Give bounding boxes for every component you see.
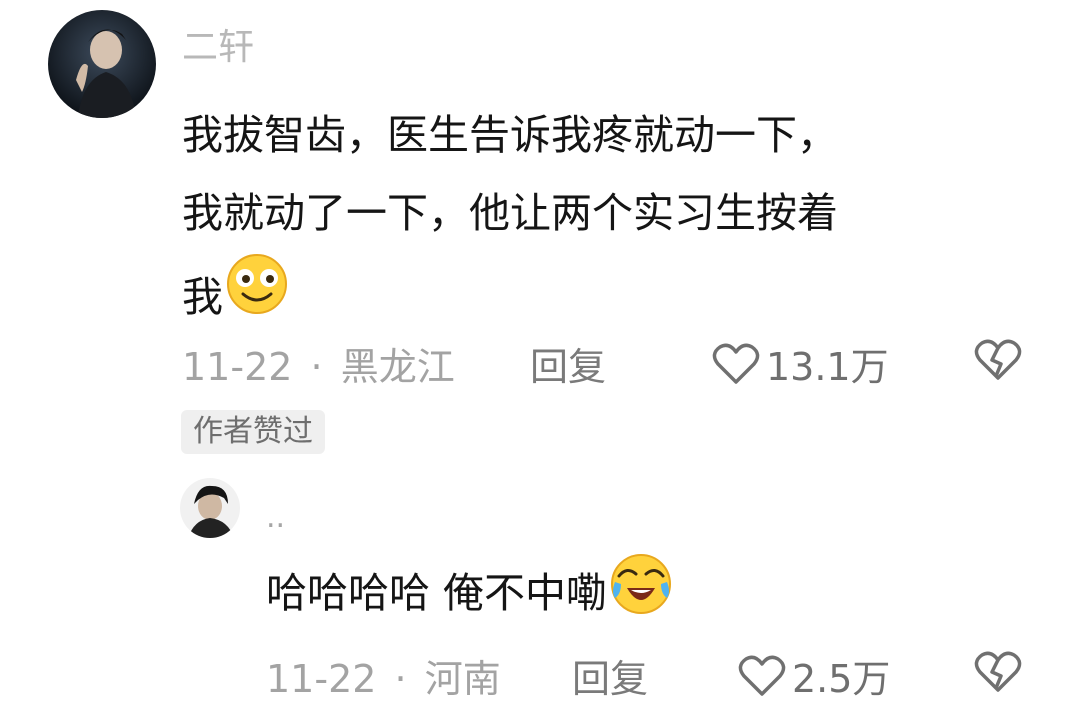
reply-reply-button[interactable]: 回复	[572, 648, 648, 703]
comment-like-button[interactable]: 13.1万	[712, 336, 889, 391]
broken-heart-icon[interactable]	[974, 650, 1022, 698]
replier-username[interactable]: ..	[266, 500, 285, 535]
comment-meta: 11-22 · 黑龙江	[182, 336, 455, 391]
reply-line: 哈哈哈哈 俺不中嘞	[266, 569, 608, 617]
meta-separator: ·	[394, 657, 407, 701]
heart-icon	[738, 655, 786, 696]
comment-line: 我就动了一下，他让两个实习生按着	[182, 189, 838, 237]
heart-icon	[712, 343, 760, 384]
commenter-username[interactable]: 二轩	[182, 18, 254, 70]
comment-line-last: 我	[182, 252, 838, 341]
reply-location: 河南	[424, 657, 501, 701]
reply-like-button[interactable]: 2.5万	[738, 648, 890, 703]
reply-meta: 11-22 · 河南	[266, 648, 501, 703]
broken-heart-icon[interactable]	[974, 338, 1022, 386]
comment-date: 11-22	[182, 345, 293, 389]
comment-text: 我拔智齿，医生告诉我疼就动一下， 我就动了一下，他让两个实习生按着 我	[182, 96, 838, 341]
meta-separator: ·	[310, 345, 323, 389]
commenter-avatar[interactable]	[48, 10, 156, 118]
smiling-face-emoji	[225, 252, 289, 341]
comment-line: 我	[182, 272, 223, 321]
comment-line: 我拔智齿，医生告诉我疼就动一下，	[182, 111, 838, 159]
laughing-crying-emoji	[609, 552, 673, 626]
author-liked-badge: 作者赞过	[181, 410, 325, 454]
like-count: 2.5万	[792, 657, 891, 701]
comment-location: 黑龙江	[340, 345, 455, 389]
reply-text: 哈哈哈哈 俺不中嘞	[266, 552, 673, 626]
comment-reply-button[interactable]: 回复	[530, 336, 606, 391]
replier-avatar[interactable]	[180, 478, 240, 538]
like-count: 13.1万	[766, 345, 889, 389]
reply-date: 11-22	[266, 657, 377, 701]
